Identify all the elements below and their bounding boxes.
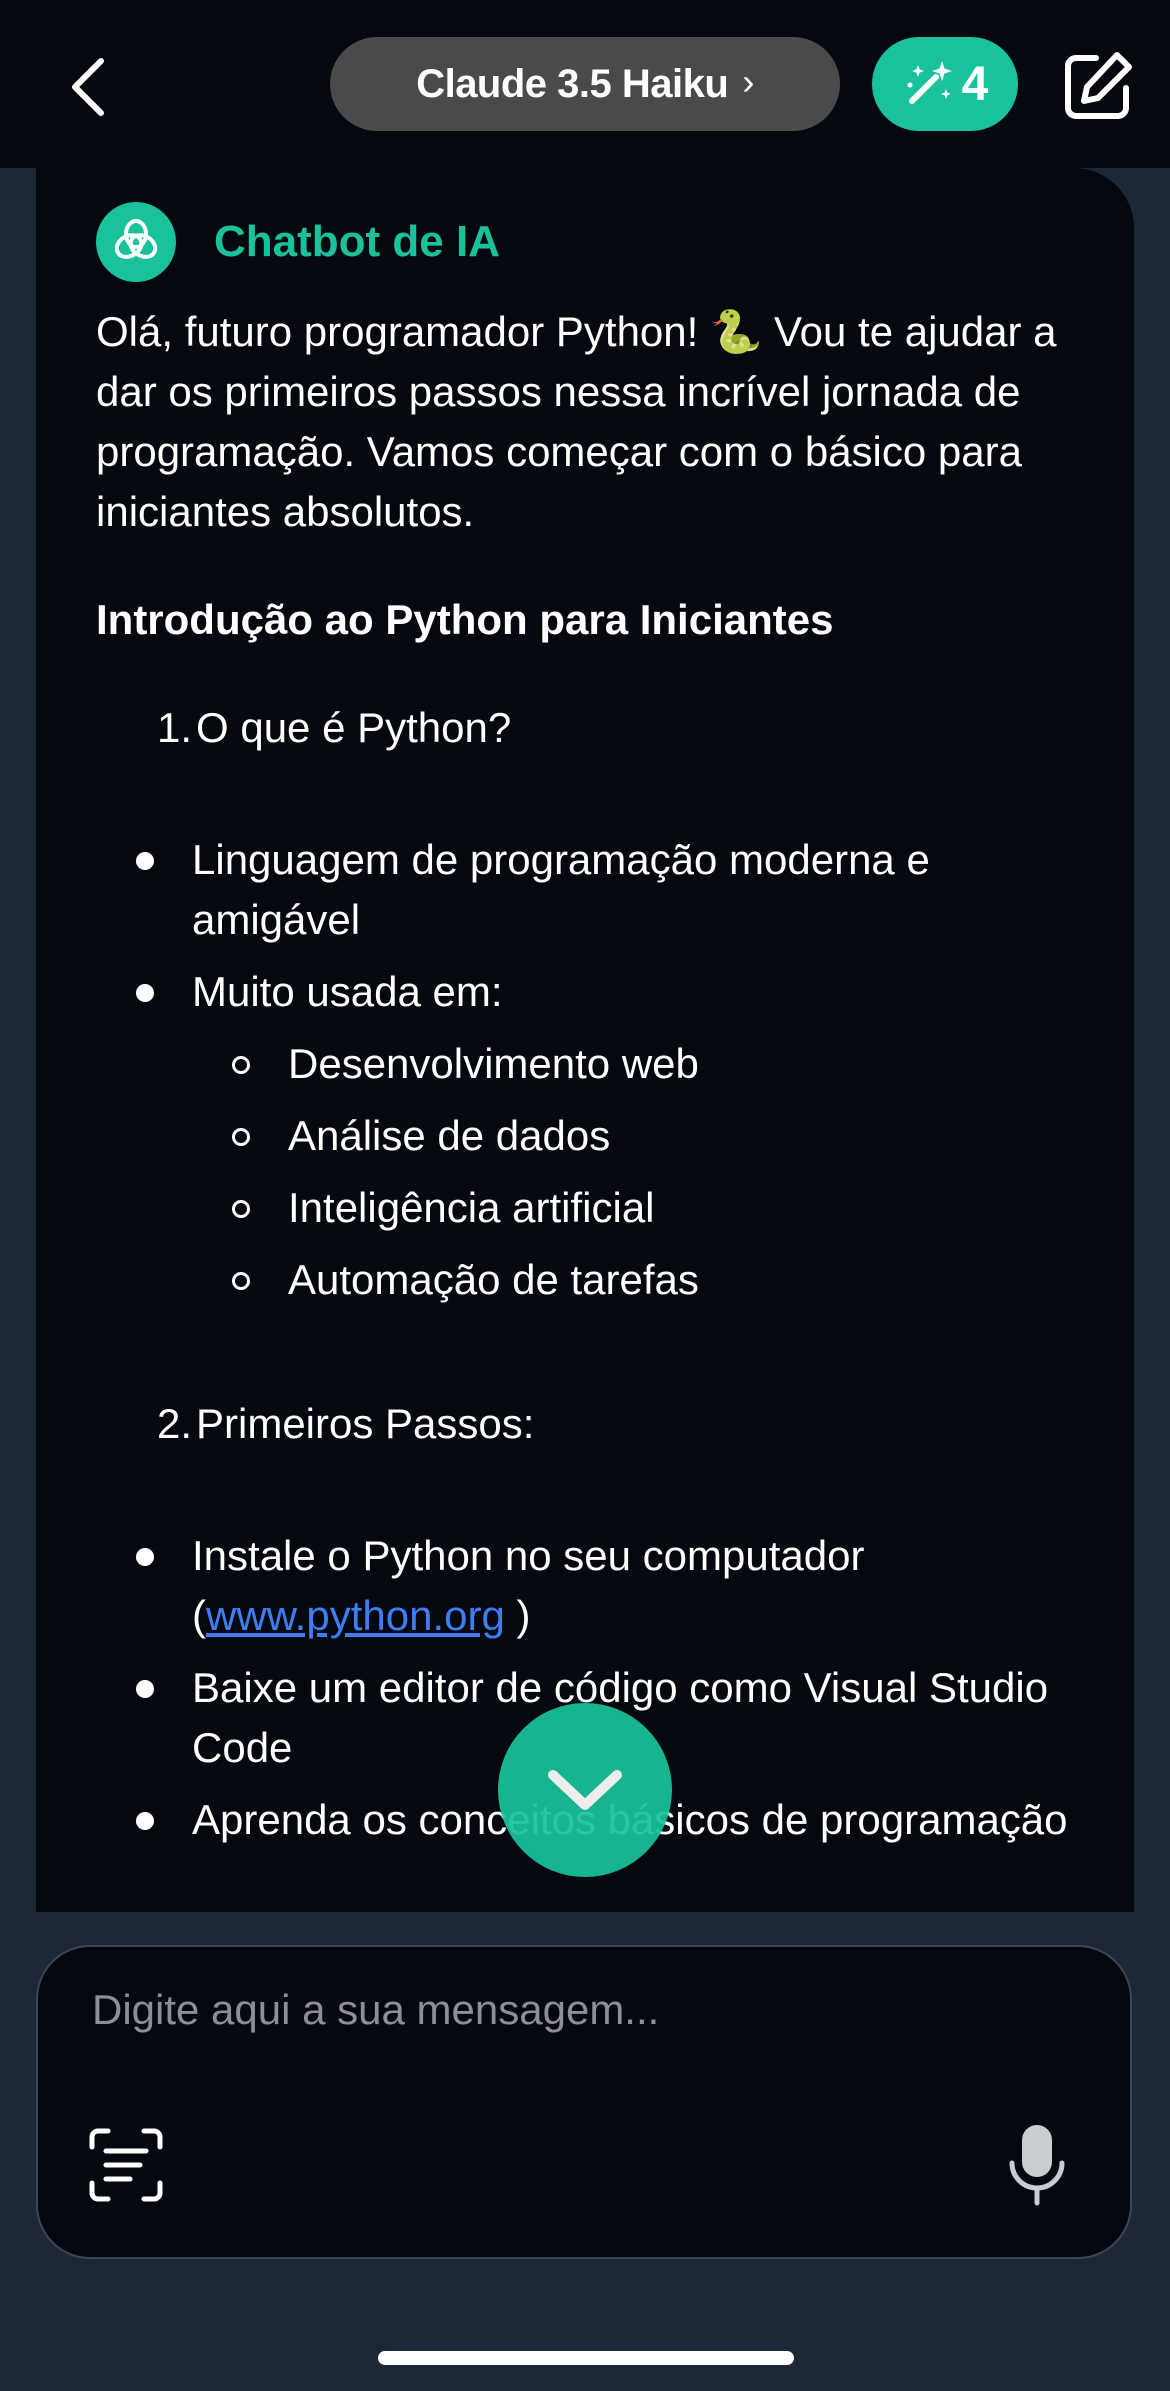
item-number: 1. bbox=[156, 704, 192, 751]
sub-list-item: Análise de dados bbox=[192, 1106, 1106, 1166]
message-heading: Introdução ao Python para Iniciantes bbox=[96, 596, 834, 643]
list-item: Linguagem de programação moderna e amigá… bbox=[96, 830, 1106, 950]
chevron-left-icon bbox=[72, 58, 104, 116]
bot-name: Chatbot de IA bbox=[214, 217, 500, 266]
microphone-icon[interactable] bbox=[1004, 2123, 1070, 2207]
sub-list-item: Automação de tarefas bbox=[192, 1250, 1106, 1310]
model-name: Claude 3.5 Haiku bbox=[416, 61, 729, 106]
numbered-item-1: 1. O que é Python? bbox=[96, 698, 1106, 758]
chevron-right-icon: › bbox=[742, 61, 754, 102]
bot-avatar bbox=[96, 202, 176, 282]
list-item-text: Muito usada em: bbox=[192, 968, 503, 1015]
chat-area[interactable]: Chatbot de IA Olá, futuro programador Py… bbox=[36, 168, 1134, 1912]
list-item: Muito usada em: Desenvolvimento web Anál… bbox=[96, 962, 1106, 1310]
numbered-item-2: 2. Primeiros Passos: bbox=[96, 1394, 1106, 1454]
openai-logo-icon bbox=[114, 219, 158, 259]
credits-button[interactable]: 4 bbox=[872, 37, 1018, 131]
home-indicator bbox=[378, 2351, 794, 2365]
sub-list-item: Inteligência artificial bbox=[192, 1178, 1106, 1238]
bot-header: Chatbot de IA bbox=[96, 202, 500, 282]
item-title: O que é Python? bbox=[196, 704, 512, 751]
bullet-list: Linguagem de programação moderna e amigá… bbox=[96, 830, 1106, 1310]
model-selector[interactable]: Claude 3.5 Haiku › bbox=[330, 37, 840, 131]
edit-icon[interactable] bbox=[1062, 50, 1134, 122]
list-item: Instale o Python no seu computador (www.… bbox=[96, 1526, 1106, 1646]
magic-wand-icon bbox=[907, 61, 952, 104]
scroll-down-button[interactable] bbox=[498, 1703, 672, 1877]
sub-list-item: Desenvolvimento web bbox=[192, 1034, 1106, 1094]
item-number: 2. bbox=[156, 1400, 192, 1447]
message-composer bbox=[36, 1945, 1132, 2259]
credits-count: 4 bbox=[961, 57, 989, 111]
python-org-link[interactable]: www.python.org bbox=[206, 1592, 505, 1639]
message-content: Olá, futuro programador Python! 🐍 Vou te… bbox=[96, 302, 1106, 1862]
intro-text: Olá, futuro programador Python! 🐍 Vou te… bbox=[96, 308, 1057, 535]
item-title: Primeiros Passos: bbox=[196, 1400, 535, 1447]
chevron-down-icon bbox=[548, 1770, 622, 1810]
message-input[interactable] bbox=[90, 1985, 994, 2035]
back-button[interactable] bbox=[52, 52, 122, 122]
sub-list: Desenvolvimento web Análise de dados Int… bbox=[192, 1034, 1106, 1310]
scan-text-icon[interactable] bbox=[88, 2127, 164, 2203]
top-bar: Claude 3.5 Haiku › 4 bbox=[0, 0, 1170, 168]
list-item-text: ) bbox=[504, 1592, 531, 1639]
